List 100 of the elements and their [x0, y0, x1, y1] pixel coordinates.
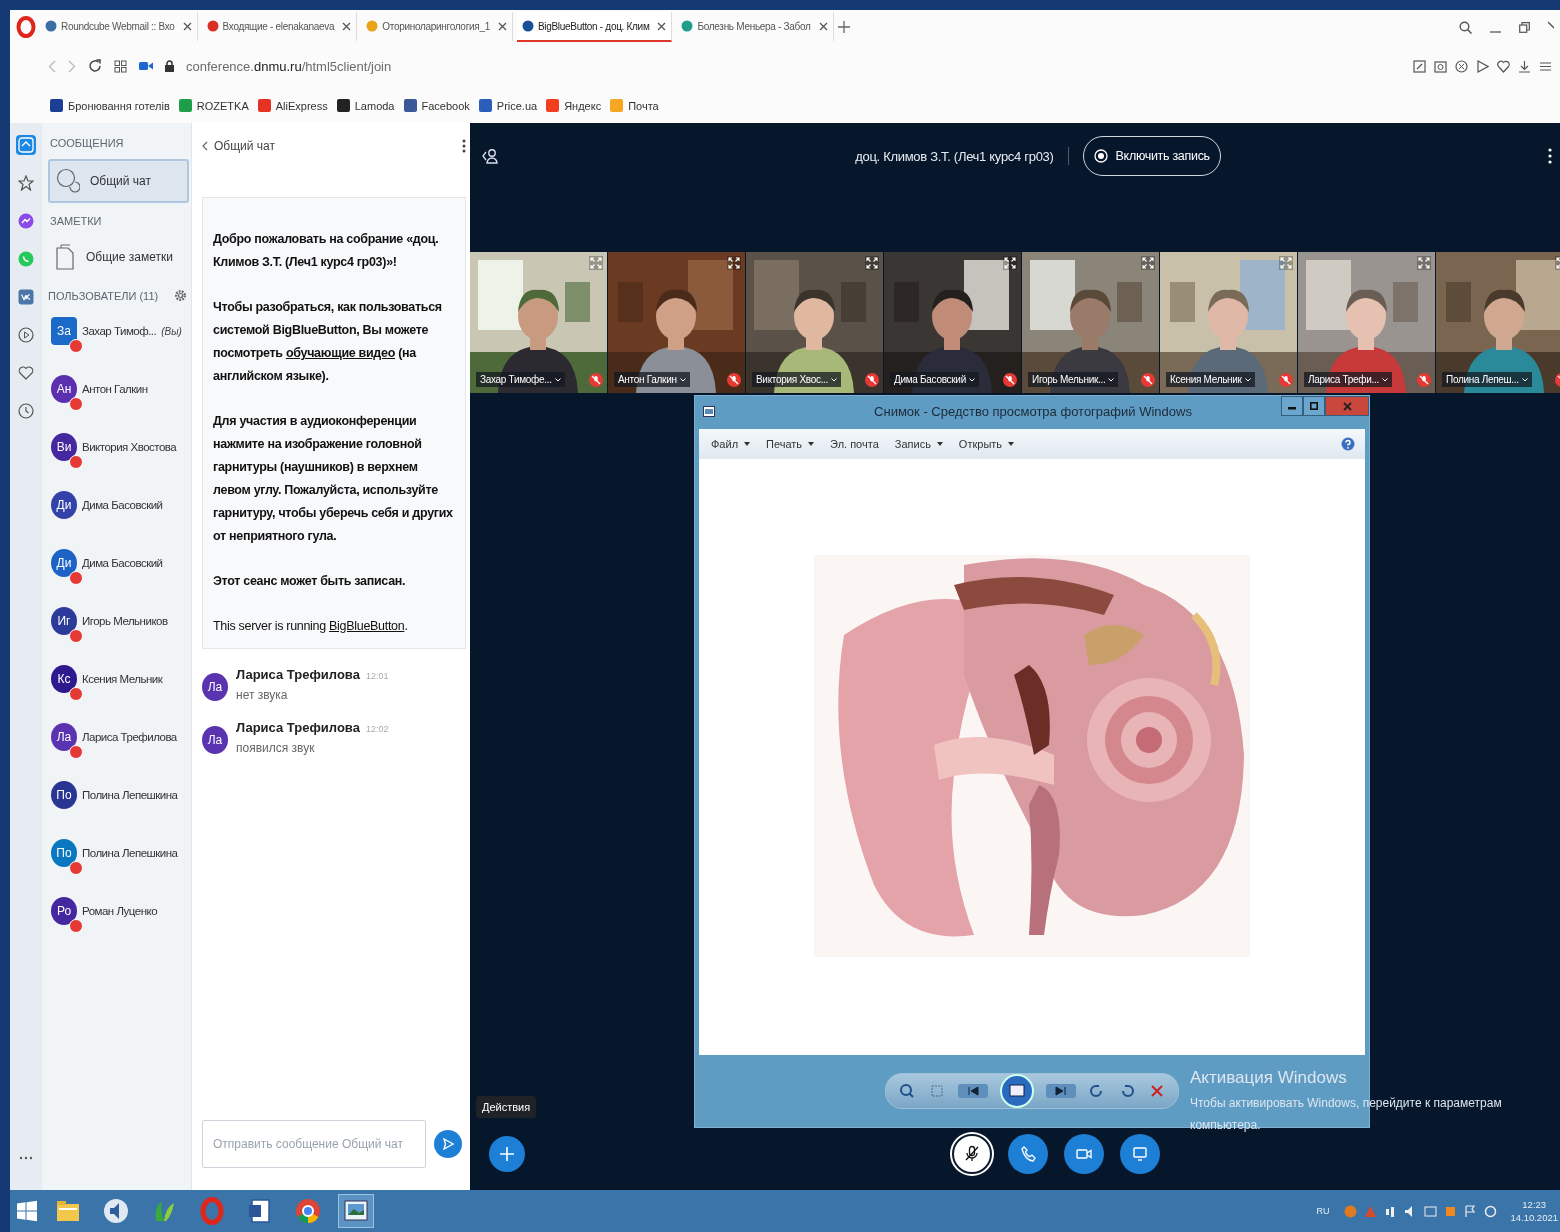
chevron-left-icon [202, 141, 208, 151]
tabs-grid-icon[interactable] [114, 59, 127, 73]
video-name-menu[interactable]: Антон Галкин [614, 372, 690, 387]
video-name-menu[interactable]: Игорь Мельник... [1028, 372, 1119, 387]
browser-tab[interactable]: Болезнь Меньера - Забол [676, 12, 834, 42]
clock-date[interactable]: 14.10.2021 [1510, 1211, 1558, 1224]
taskbar-app[interactable] [338, 1194, 374, 1228]
user-list-item[interactable]: Ди Дима Басовский [48, 534, 191, 592]
minimize-button[interactable] [1281, 396, 1303, 416]
language-indicator[interactable]: RU [1316, 1206, 1330, 1216]
new-tab-icon[interactable] [837, 21, 850, 33]
audio-button[interactable] [1008, 1134, 1048, 1174]
user-list-toggle-icon[interactable] [482, 148, 498, 164]
meeting-title: доц. Климов З.Т. (Леч1 курс4 гр03) [855, 148, 1054, 164]
play-icon [18, 327, 34, 343]
user-list-item[interactable]: Иг Игорь Мельников [48, 592, 191, 650]
bookmark-icon [257, 99, 271, 112]
menu-icon[interactable] [1539, 59, 1552, 73]
video-name-menu[interactable]: Виктория Хвос... [752, 372, 842, 387]
more-options-icon[interactable] [1548, 148, 1552, 164]
next-icon[interactable] [1046, 1082, 1076, 1100]
expand-icon[interactable] [865, 256, 879, 270]
video-name-menu[interactable]: Лариса Трефи... [1304, 372, 1392, 387]
camera-button[interactable] [1064, 1134, 1104, 1174]
user-list-item[interactable]: Ла Лариса Трефилова [48, 708, 191, 766]
message-text: появился звук [236, 741, 316, 755]
sidebar-item[interactable] [16, 401, 36, 421]
bookmark-link[interactable]: Lamoda [336, 99, 395, 112]
bookmark-link[interactable]: Почта [610, 99, 659, 112]
maximize-button[interactable] [1303, 396, 1325, 416]
sidebar-item[interactable] [16, 211, 36, 231]
search-icon[interactable] [1459, 20, 1472, 34]
settings-icon[interactable] [174, 289, 187, 302]
video-name-menu[interactable]: Захар Тимофе... [476, 372, 565, 387]
browser-tab[interactable]: Оториноларингология_1 [361, 12, 513, 42]
browser-tab[interactable]: BigBlueButton - доц. Клим [516, 12, 673, 42]
chat-back-button[interactable]: Общий чат [202, 139, 275, 153]
play-icon[interactable] [1476, 59, 1489, 73]
bookmark-link[interactable]: Яндекс [546, 99, 602, 112]
screen-share-button[interactable] [1120, 1134, 1160, 1174]
bookmark-icon [403, 99, 417, 112]
bookmark-link[interactable]: Бронювання готелів [50, 99, 170, 112]
help-icon[interactable] [1341, 437, 1355, 451]
message-input-field[interactable]: Отправить сообщение Общий чат [202, 1120, 426, 1168]
user-list-item[interactable]: Кс Ксения Мельник [48, 650, 191, 708]
notes-list-item[interactable]: Общие заметки [48, 237, 191, 277]
send-button[interactable] [434, 1130, 462, 1158]
browser-tab[interactable]: Входящие - elenakanaeva [201, 12, 358, 42]
previous-icon[interactable] [958, 1082, 988, 1100]
flag-icon[interactable] [1464, 1204, 1478, 1218]
reload-icon[interactable] [88, 59, 102, 73]
address-field[interactable]: conference.dnmu.ru/html5client/join [186, 58, 392, 74]
user-list-item[interactable]: Ан Антон Галкин [48, 360, 191, 418]
menu-item[interactable]: Печать [766, 438, 815, 450]
user-list-item[interactable]: За Захар Тимоф... (Вы) [48, 302, 191, 360]
sidebar-item[interactable] [16, 173, 36, 193]
bookmark-link[interactable]: Price.ua [478, 99, 538, 112]
bookmark-link[interactable]: Facebook [403, 99, 470, 112]
expand-icon[interactable] [727, 256, 741, 270]
chat-list-item[interactable]: Общий чат [48, 159, 189, 203]
bookmark-link[interactable]: AliExpress [257, 99, 328, 112]
user-list-item[interactable]: Ви Виктория Хвостова [48, 418, 191, 476]
welcome-paragraph: Этот сеанс может быть записан. [213, 573, 407, 590]
slideshow-icon[interactable] [1000, 1074, 1034, 1108]
restore-icon[interactable] [1519, 21, 1530, 33]
expand-icon[interactable] [1003, 256, 1017, 270]
clock-time[interactable]: 12:23 [1522, 1198, 1547, 1211]
menu-item[interactable]: Открыть [958, 438, 1015, 450]
video-name-menu[interactable]: Ксения Мельник [1166, 372, 1255, 387]
menu-item[interactable]: Запись [894, 438, 943, 450]
snapshot-icon[interactable] [1413, 59, 1426, 73]
bookmark-icon [478, 99, 492, 112]
user-list-item[interactable]: По Полина Лепешкина [48, 824, 191, 882]
windows-start-icon[interactable] [16, 1200, 38, 1222]
caret-icon [1381, 377, 1388, 382]
download-icon[interactable] [1518, 59, 1531, 73]
app-tray-icon[interactable] [1484, 1204, 1498, 1218]
clock-icon [18, 403, 34, 419]
user-list-item[interactable]: Ро Роман Луценко [48, 882, 191, 940]
browser-tab[interactable]: Roundcube Webmail :: Вхо [40, 12, 198, 42]
user-list-item[interactable]: По Полина Лепешкина [48, 766, 191, 824]
browser-logo-icon[interactable] [16, 16, 36, 38]
mute-button[interactable] [952, 1134, 992, 1174]
menu-item[interactable]: Эл. почта [830, 438, 879, 450]
video-name-menu[interactable]: Полина Лепеш... [1442, 372, 1532, 387]
message-time: 12:01 [365, 671, 389, 681]
link[interactable]: обучающие видео [285, 346, 395, 360]
sidebar-item[interactable] [16, 325, 36, 345]
more-options-icon[interactable] [462, 139, 466, 153]
sidebar-item[interactable] [16, 287, 36, 307]
actions-button[interactable] [489, 1136, 525, 1172]
camera-icon[interactable] [1434, 59, 1447, 73]
bookmark-link[interactable]: ROZETKA [178, 99, 249, 112]
section-heading: СООБЩЕНИЯ [50, 137, 125, 149]
user-list-item[interactable]: Ди Дима Басовский [48, 476, 191, 534]
heart-icon[interactable] [1497, 59, 1510, 73]
menu-item[interactable]: Файл [711, 438, 751, 450]
video-name-menu[interactable]: Дима Басовский [890, 372, 979, 387]
zoom-icon[interactable] [898, 1082, 916, 1100]
sidebar-item[interactable] [16, 135, 36, 155]
